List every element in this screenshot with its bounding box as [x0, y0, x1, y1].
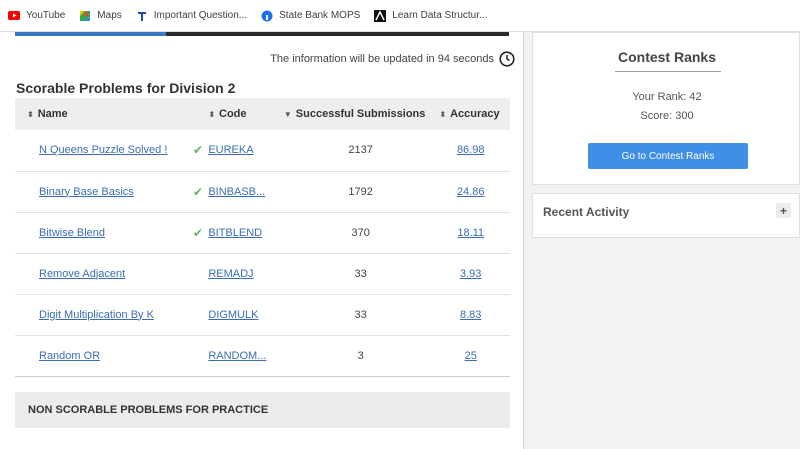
- header-accuracy-label: Accuracy: [450, 108, 500, 120]
- update-notice: The information will be updated in 94 se…: [270, 51, 515, 67]
- header-submissions-label: Successful Submissions: [295, 108, 426, 120]
- header-code[interactable]: ⬍ Code: [208, 98, 284, 130]
- bookmark-t-icon: [136, 10, 148, 22]
- problem-code-link[interactable]: EUREKA: [208, 144, 253, 156]
- table-row: Bitwise Blend ✔ BITBLEND 370 18.11: [15, 212, 510, 253]
- non-scorable-header[interactable]: NON SCORABLE PROBLEMS FOR PRACTICE: [15, 392, 510, 428]
- problem-name-link[interactable]: Digit Multiplication By K: [39, 309, 154, 321]
- bookmark-label: Important Question...: [153, 10, 248, 21]
- problem-name-link[interactable]: Random OR: [39, 350, 100, 362]
- sort-icon: ⬍: [27, 110, 34, 119]
- bookmark-state-bank[interactable]: State Bank MOPS: [261, 10, 360, 22]
- submissions-count: 1792: [348, 185, 373, 198]
- table-row: Random OR RANDOM... 3 25: [15, 335, 510, 376]
- bookmark-important-question[interactable]: Important Question...: [136, 10, 247, 22]
- site-logo-icon: [374, 9, 387, 22]
- scorable-title: Scorable Problems for Division 2: [16, 80, 236, 96]
- bookmark-maps[interactable]: Maps: [79, 10, 122, 22]
- your-rank: Your Rank: 42: [632, 91, 702, 103]
- sort-desc-icon: ▼: [283, 110, 292, 119]
- bookmark-youtube[interactable]: YouTube: [8, 10, 65, 22]
- non-scorable-title: NON SCORABLE PROBLEMS FOR PRACTICE: [28, 404, 269, 416]
- right-sidebar: Contest Ranks Your Rank: 42 Score: 300 G…: [532, 32, 800, 449]
- submissions-count: 33: [354, 267, 367, 280]
- header-accuracy[interactable]: ⬍ Accuracy: [431, 98, 510, 130]
- problem-name-link[interactable]: N Queens Puzzle Solved !: [39, 144, 167, 156]
- accuracy-link[interactable]: 25: [465, 350, 477, 362]
- table-row: Remove Adjacent REMADJ 33 3.93: [15, 253, 510, 294]
- contest-ranks-title: Contest Ranks: [617, 49, 717, 65]
- problem-code-link[interactable]: REMADJ: [208, 268, 253, 280]
- submissions-count: 2137: [348, 144, 373, 157]
- submissions-count: 370: [351, 226, 370, 239]
- solved-check-icon: ✔: [193, 184, 204, 199]
- accuracy-link[interactable]: 8.83: [460, 309, 481, 321]
- header-name[interactable]: ⬍ Name: [15, 98, 208, 130]
- problem-code-link[interactable]: BITBLEND: [208, 227, 262, 239]
- recent-activity-title: Recent Activity: [543, 205, 630, 219]
- bookmark-label: YouTube: [26, 10, 66, 21]
- globe-icon: [261, 10, 273, 22]
- youtube-icon: [8, 10, 20, 22]
- header-code-label: Code: [219, 108, 247, 120]
- table-header: ⬍ Name ⬍ Code ▼ Successful Submissions ⬍ Acc…: [15, 98, 510, 130]
- bookmark-label: Learn Data Structur...: [392, 10, 488, 21]
- submissions-count: 33: [354, 308, 367, 321]
- your-score: Score: 300: [640, 110, 694, 122]
- header-name-label: Name: [37, 108, 68, 120]
- problem-name-link[interactable]: Bitwise Blend: [39, 227, 105, 239]
- sort-icon: ⬍: [439, 110, 447, 119]
- title-underline: [615, 71, 721, 72]
- problem-name-link[interactable]: Remove Adjacent: [39, 268, 125, 280]
- go-to-contest-ranks-button[interactable]: Go to Contest Ranks: [588, 143, 748, 169]
- problem-name-link[interactable]: Binary Base Basics: [39, 186, 134, 198]
- update-notice-text: The information will be updated in 94 se…: [270, 53, 494, 65]
- scorable-table: ⬍ Name ⬍ Code ▼ Successful Submissions ⬍ Acc…: [15, 98, 510, 377]
- sort-icon: ⬍: [208, 110, 216, 119]
- recent-activity-card: Recent Activity +: [532, 193, 800, 238]
- problems-panel: The information will be updated in 94 se…: [0, 32, 524, 449]
- accuracy-link[interactable]: 86.98: [457, 144, 485, 156]
- solved-check-icon: ✔: [193, 225, 204, 240]
- table-row: Binary Base Basics ✔ BINBASB... 1792 24.8…: [15, 171, 510, 212]
- submissions-count: 3: [357, 349, 364, 362]
- table-row: Digit Multiplication By K DIGMULK 33 8.8…: [15, 294, 510, 335]
- solved-check-icon: ✔: [193, 143, 204, 158]
- problem-code-link[interactable]: RANDOM...: [208, 350, 266, 362]
- banner-strip: [15, 32, 509, 36]
- accuracy-link[interactable]: 3.93: [460, 268, 481, 280]
- problem-code-link[interactable]: DIGMULK: [208, 309, 258, 321]
- accuracy-link[interactable]: 18.11: [457, 227, 484, 239]
- expand-plus-icon[interactable]: +: [776, 203, 791, 218]
- maps-icon: [79, 10, 91, 22]
- bookmark-label: State Bank MOPS: [279, 10, 361, 21]
- bookmark-learn-data[interactable]: Learn Data Structur...: [374, 9, 488, 22]
- clock-icon: [499, 51, 515, 67]
- header-submissions[interactable]: ▼ Successful Submissions: [284, 98, 432, 130]
- accuracy-link[interactable]: 24.86: [457, 186, 485, 198]
- contest-ranks-card: Contest Ranks Your Rank: 42 Score: 300 G…: [532, 32, 800, 185]
- bookmark-label: Maps: [97, 10, 122, 21]
- problem-code-link[interactable]: BINBASB...: [208, 186, 265, 198]
- bookmarks-bar: YouTube Maps Important Question... State…: [0, 0, 800, 32]
- table-row: N Queens Puzzle Solved ! ✔ EUREKA 2137 86…: [15, 130, 510, 171]
